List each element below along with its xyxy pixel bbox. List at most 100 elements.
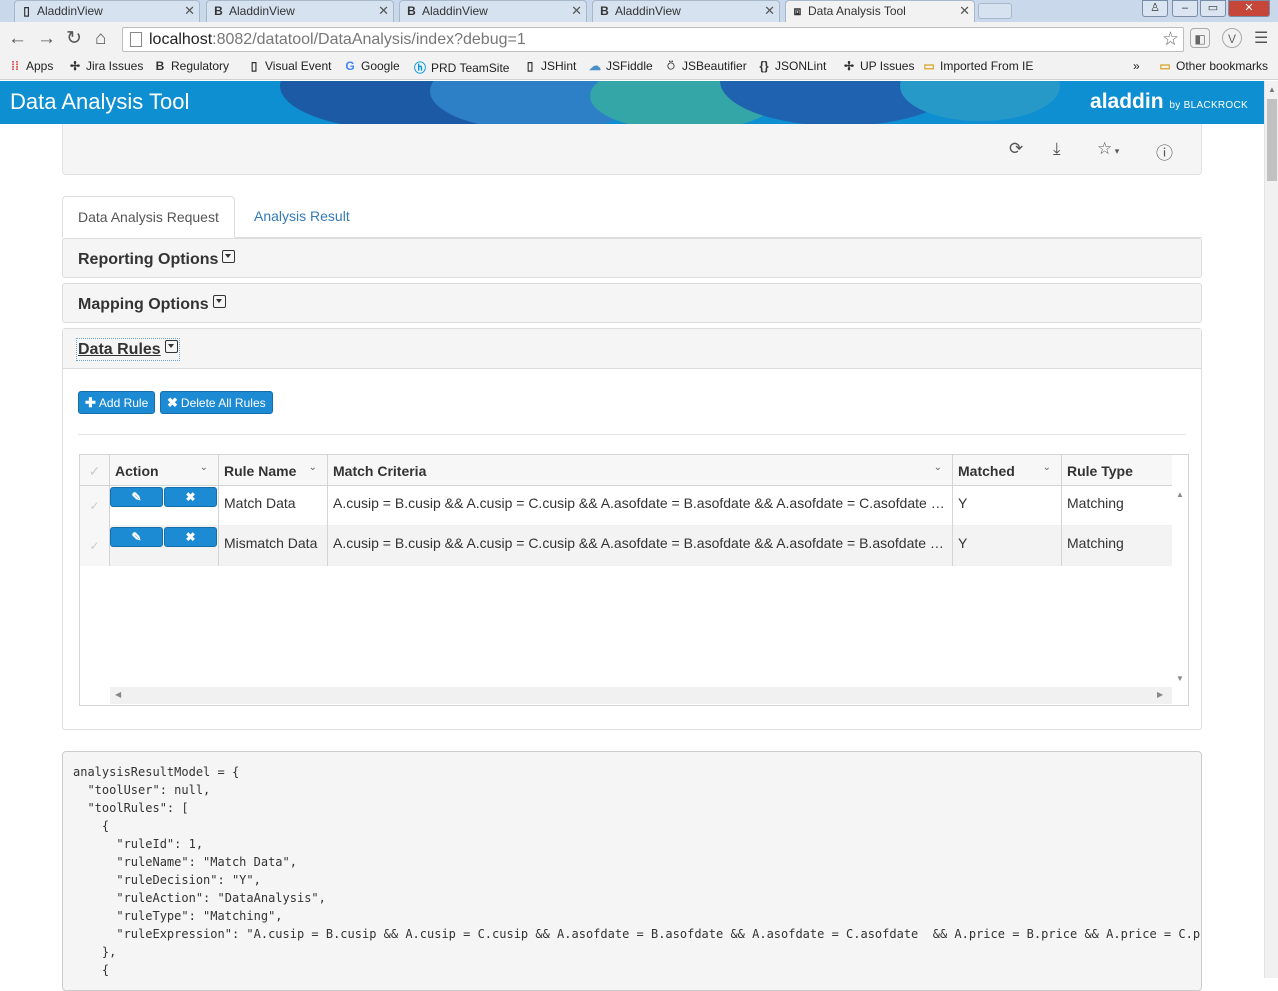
column-action[interactable]: Action ⌄ [110,455,219,486]
add-rule-button[interactable]: ✚ Add Rule [78,391,156,414]
scroll-left-icon[interactable]: ◀ [115,690,121,699]
scroll-up-icon[interactable]: ▲ [1176,490,1184,499]
caret-down-icon [212,295,226,308]
edit-rule-button[interactable]: ✎ [110,487,163,507]
refresh-icon[interactable]: ⟳ [1009,139,1023,159]
matched-cell: Y [953,526,1062,566]
tab-data-analysis-request[interactable]: Data Analysis Request [62,196,235,238]
info-icon[interactable]: ⓘ [1156,139,1173,164]
braces-icon: {} [759,59,769,73]
folder-icon: ▭ [1159,59,1171,73]
delete-rule-button[interactable]: ✖ [164,487,217,507]
scrollbar-thumb[interactable] [1267,99,1277,181]
cloud-icon: ☁ [589,59,601,73]
bookmark-google[interactable]: G Google [343,59,399,73]
bookmark-up-issues[interactable]: ✢ UP Issues [842,59,915,73]
menu-icon[interactable]: ☰ [1254,28,1268,50]
close-window-button[interactable]: ✕ [1228,0,1270,17]
delete-all-rules-button[interactable]: ✖ Delete All Rules [160,391,273,414]
divider [78,434,1186,435]
match-criteria-cell: A.cusip = B.cusip && A.cusip = C.cusip &… [328,526,953,566]
bookmark-jsonlint[interactable]: {} JSONLint [757,59,826,73]
close-tab-icon[interactable]: ✕ [959,3,970,19]
scroll-down-icon[interactable]: ▼ [1176,674,1184,683]
scroll-right-icon[interactable]: ▶ [1157,690,1163,699]
bookmark-jshint[interactable]: ▯ JSHint [523,59,577,73]
bookmark-jsfiddle[interactable]: ☁ JSFiddle [588,59,653,73]
b-icon: B [155,59,165,73]
close-tab-icon[interactable]: ✕ [571,3,582,19]
browser-tab[interactable]: ▯ AladdinView ✕ [14,0,200,22]
bookmark-imported-from-ie[interactable]: ▭ Imported From IE [922,59,1033,73]
row-checkbox[interactable]: ✓ [80,526,110,566]
mapping-options-header[interactable]: Mapping Options [78,295,226,314]
row-checkbox[interactable]: ✓ [80,486,110,526]
bookmarks-overflow-icon[interactable]: » [1133,59,1140,73]
download-check-icon[interactable]: ⤓ [1053,139,1061,159]
edit-rule-button[interactable]: ✎ [110,527,163,547]
caret-down-icon [164,340,178,353]
select-all-checkbox[interactable]: ✓ [80,455,110,486]
close-tab-icon[interactable]: ✕ [184,3,195,19]
action-cell: ✎ ✖ [110,486,219,526]
rule-name-cell: Match Data [219,486,328,526]
browser-tab-active[interactable]: ⧈ Data Analysis Tool ✕ [785,0,975,22]
table-row[interactable]: ✓ ✎ ✖ Match Data A.cusip = B.cusip && A.… [80,486,1172,526]
caret-down-icon [222,250,236,263]
bookmark-other[interactable]: ▭ Other bookmarks [1158,59,1268,73]
reload-icon[interactable]: ↻ [66,28,82,50]
browser-tab[interactable]: B AladdinView ✕ [206,0,394,22]
maximize-button[interactable]: ▭ [1200,0,1226,17]
minimize-button[interactable]: – [1172,0,1198,17]
column-matched[interactable]: Matched ⌄ [953,455,1062,486]
home-icon[interactable]: ⌂ [95,28,106,50]
chevron-down-icon[interactable]: ⌄ [934,462,942,473]
chevron-down-icon[interactable]: ⌄ [309,462,317,473]
aladdin-logo: aladdin by BLACKROCK [1090,90,1248,113]
column-rule-type[interactable]: Rule Type [1062,455,1172,486]
grid-horizontal-scrollbar[interactable]: ◀ ▶ [110,687,1172,704]
b-icon: B [407,4,416,18]
scroll-up-icon[interactable]: ▲ [1268,85,1276,94]
table-row[interactable]: ✓ ✎ ✖ Mismatch Data A.cusip = B.cusip &&… [80,526,1172,566]
chevron-down-icon[interactable]: ⌄ [1043,462,1051,473]
close-tab-icon[interactable]: ✕ [378,3,389,19]
forward-icon[interactable]: → [37,28,56,50]
debug-code: analysisResultModel = { "toolUser": null… [73,765,1201,977]
delete-rule-button[interactable]: ✖ [164,527,217,547]
bookmark-jira[interactable]: ✢ Jira Issues [68,59,143,73]
match-criteria-cell: A.cusip = B.cusip && A.cusip = C.cusip &… [328,486,953,526]
plus-icon: ✚ [85,395,96,410]
back-icon[interactable]: ← [8,28,27,50]
extension-icon[interactable]: ◧ [1190,28,1210,48]
profile-icon[interactable]: ♙ [1142,0,1168,17]
bookmark-apps[interactable]: ⁞⁞ Apps [8,59,53,73]
grid-vertical-scrollbar[interactable]: ▲ ▼ [1172,486,1188,687]
favorite-star-icon[interactable]: ☆ ▾ [1097,139,1119,159]
tab-analysis-result[interactable]: Analysis Result [239,196,365,238]
new-tab-button[interactable] [978,3,1012,19]
column-match-criteria[interactable]: Match Criteria ⌄ [328,455,953,486]
mapping-options-panel: Mapping Options [62,283,1202,323]
bookmark-star-icon[interactable]: ☆ [1162,28,1179,51]
bookmark-visual-event[interactable]: ▯ Visual Event [247,59,332,73]
close-tab-icon[interactable]: ✕ [764,3,775,19]
bookmark-regulatory[interactable]: B Regulatory [153,59,229,73]
grid-header: ✓ Action ⌄ Rule Name ⌄ Match Criteria ⌄ Mat… [80,455,1172,486]
bookmark-jsbeautifier[interactable]: ⍥ JSBeautifier [664,59,746,74]
column-rule-name[interactable]: Rule Name ⌄ [219,455,328,486]
address-bar[interactable]: localhost:8082/datatool/DataAnalysis/ind… [122,27,1184,52]
b-icon: B [600,4,609,18]
page-scrollbar[interactable]: ▲ [1264,81,1278,978]
chevron-down-icon[interactable]: ⌄ [200,462,208,473]
jira-icon: ✢ [843,59,855,73]
browser-tab[interactable]: B AladdinView ✕ [399,0,587,22]
browser-tab[interactable]: B AladdinView ✕ [592,0,780,22]
debug-output: analysisResultModel = { "toolUser": null… [62,751,1202,991]
data-rules-header[interactable]: Data Rules [76,338,180,361]
bookmark-prd-teamsite[interactable]: ⓗ PRD TeamSite [413,59,510,76]
nav-tabs: Data Analysis Request Analysis Result [62,196,1202,238]
extension-v-icon[interactable]: V [1222,28,1242,48]
reporting-options-header[interactable]: Reporting Options [78,250,236,269]
browser-tab-strip: ▯ AladdinView ✕ B AladdinView ✕ B Aladdi… [0,0,1278,22]
